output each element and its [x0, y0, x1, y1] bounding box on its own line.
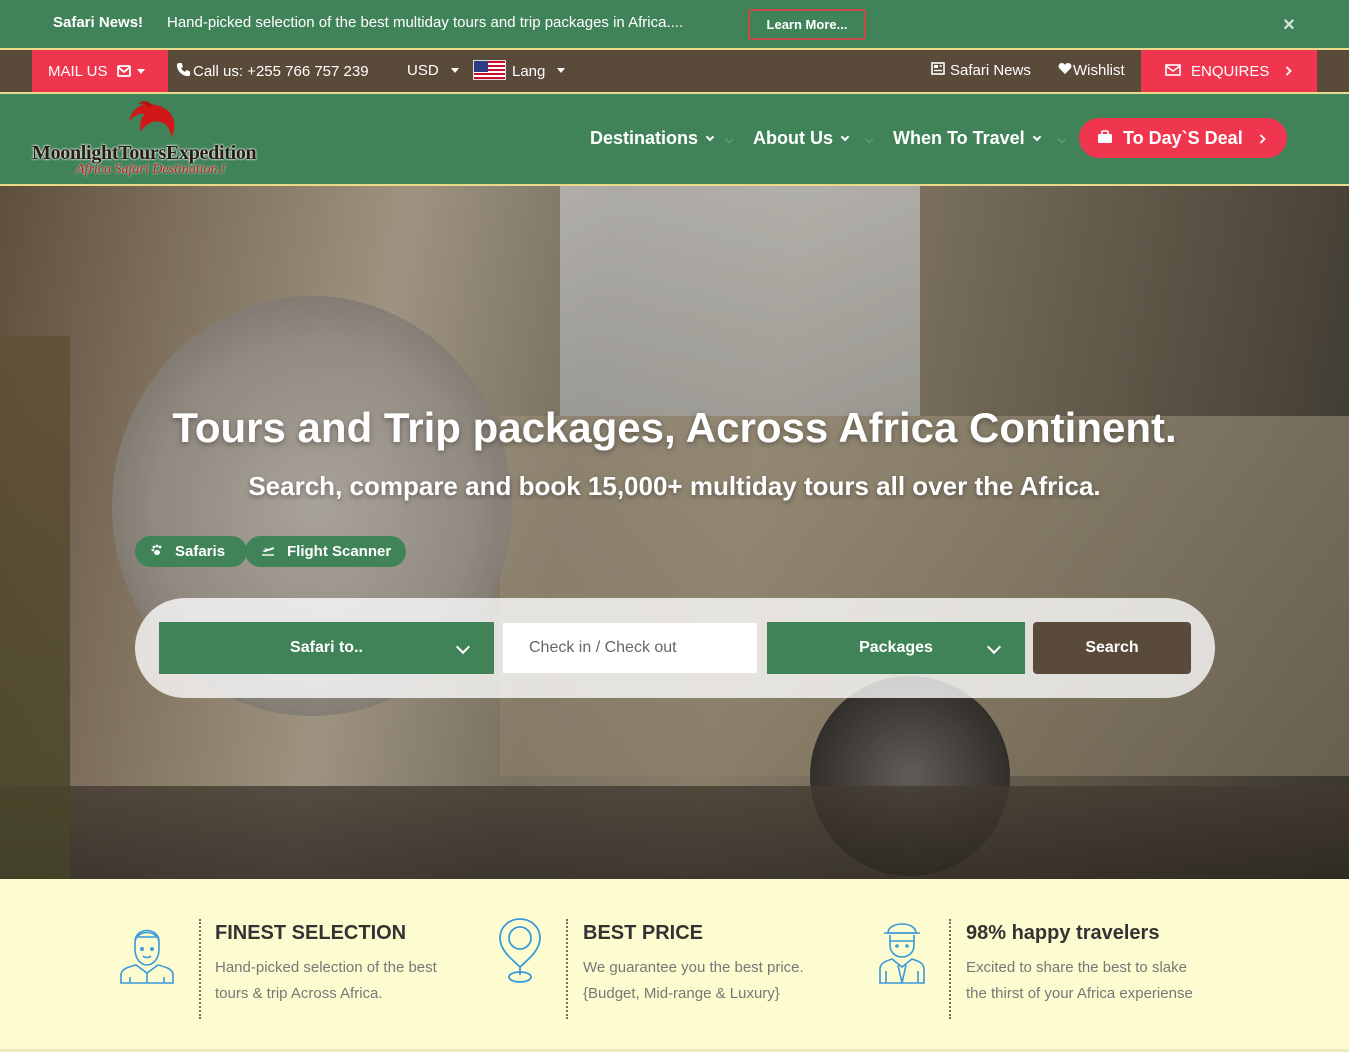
nav-destinations-label: Destinations: [590, 128, 699, 148]
chevron-down-icon: [986, 639, 1002, 655]
feature-description-line: Excited to share the best to slake: [966, 959, 1187, 976]
news-text: Hand-picked selection of the best multid…: [167, 14, 684, 31]
tab-safaris[interactable]: Safaris: [135, 536, 247, 567]
hero-title: Tours and Trip packages, Across Africa C…: [172, 404, 1177, 451]
tab-flight-scanner[interactable]: Flight Scanner: [245, 536, 406, 567]
hero-section: Tours and Trip packages, Across Africa C…: [0, 186, 1349, 879]
site-logo[interactable]: MoonlightToursExpedition Africa Safari D…: [30, 98, 280, 180]
todays-deal-label: To Day`S Deal: [1123, 127, 1243, 148]
learn-more-button[interactable]: Learn More...: [748, 9, 866, 40]
nav-destinations[interactable]: Destinations: [590, 128, 715, 149]
feature-description-line: the thirst of your Africa experiense: [966, 985, 1193, 1002]
feature-title: 98% happy travelers: [966, 922, 1160, 944]
feature-description: We guarantee you the best price. {Budget…: [583, 955, 804, 1007]
date-range-placeholder: Check in / Check out: [529, 639, 677, 656]
features-section: FINEST SELECTION Hand-picked selection o…: [0, 879, 1349, 1052]
feature-title: FINEST SELECTION: [215, 922, 407, 944]
traveler-icon: [120, 929, 174, 984]
separator-icon: [724, 134, 734, 144]
feature-description: Hand-picked selection of the best tours …: [215, 955, 437, 1007]
mail-icon: [117, 65, 146, 77]
chevron-right-icon: [1259, 128, 1266, 149]
wishlist-label: Wishlist: [1073, 62, 1125, 79]
mail-us-label: MAIL US: [48, 62, 108, 80]
feature-description-line: Hand-picked selection of the best: [215, 959, 437, 976]
phone-icon: [176, 62, 191, 81]
chevron-down-icon: [1032, 132, 1041, 141]
feature-divider: [566, 919, 568, 1019]
plane-icon: [261, 544, 275, 559]
chevron-right-icon: [1285, 63, 1293, 80]
chevron-down-icon: [557, 67, 566, 73]
packages-select[interactable]: Packages: [767, 622, 1025, 674]
hero-overlay: [0, 186, 1349, 879]
safari-news-link[interactable]: Safari News: [931, 62, 1031, 79]
briefcase-icon: [1097, 128, 1113, 149]
nav-about-us[interactable]: About Us: [753, 128, 850, 149]
paw-icon: [151, 544, 163, 559]
call-us[interactable]: Call us: +255 766 757 239: [176, 62, 369, 81]
location-pin-icon: [499, 918, 541, 983]
utility-bar: MAIL US Call us: +255 766 757 239 USD La…: [0, 48, 1349, 94]
enquires-label: ENQUIRES: [1191, 62, 1270, 80]
enquires-button[interactable]: ENQUIRES: [1141, 50, 1317, 92]
feature-description-line: tours & trip Across Africa.: [215, 985, 383, 1002]
currency-label: USD: [407, 62, 439, 79]
chevron-down-icon: [450, 68, 459, 73]
separator-icon: [1057, 134, 1067, 144]
separator-icon: [864, 134, 874, 144]
nav-when-to-travel-label: When To Travel: [893, 128, 1025, 148]
main-navigation: MoonlightToursExpedition Africa Safari D…: [0, 94, 1349, 186]
chevron-down-icon: [455, 639, 471, 655]
feature-description: Excited to share the best to slake the t…: [966, 955, 1193, 1007]
hero-subtitle: Search, compare and book 15,000+ multida…: [248, 471, 1101, 501]
nav-when-to-travel[interactable]: When To Travel: [893, 128, 1041, 149]
packages-label: Packages: [859, 639, 933, 656]
lang-label: Lang: [512, 62, 546, 80]
currency-select[interactable]: USD: [407, 62, 459, 79]
safari-to-label: Safari to..: [290, 639, 363, 656]
chevron-down-icon: [137, 68, 146, 74]
tab-flight-scanner-label: Flight Scanner: [287, 543, 392, 560]
chevron-down-icon: [840, 132, 850, 141]
call-us-label: Call us: +255 766 757 239: [193, 63, 369, 80]
feature-description-line: We guarantee you the best price.: [583, 959, 804, 976]
feature-title: BEST PRICE: [583, 922, 704, 944]
wishlist-link[interactable]: Wishlist: [1058, 62, 1125, 79]
heart-icon: [1058, 62, 1072, 79]
search-button-label: Search: [1085, 639, 1139, 656]
safari-guide-icon: [879, 923, 925, 984]
search-box: Safari to.. Check in / Check out Package…: [135, 598, 1215, 698]
logo-tagline: Africa Safari Destination.!: [76, 162, 226, 177]
todays-deal-button[interactable]: To Day`S Deal: [1079, 118, 1287, 158]
logo-bird-icon: [129, 101, 175, 138]
envelope-icon: [1165, 63, 1181, 80]
close-icon[interactable]: ×: [1280, 15, 1298, 35]
safari-to-select[interactable]: Safari to..: [159, 622, 494, 674]
tab-safaris-label: Safaris: [175, 543, 226, 560]
search-button[interactable]: Search: [1033, 622, 1191, 674]
mail-us-button[interactable]: MAIL US: [32, 50, 168, 92]
news-icon: [931, 62, 945, 79]
feature-description-line: {Budget, Mid-range & Luxury}: [583, 985, 780, 1002]
nav-about-us-label: About Us: [753, 128, 833, 148]
date-range-input[interactable]: Check in / Check out: [502, 622, 758, 674]
feature-divider: [199, 919, 201, 1019]
news-label: Safari News!: [53, 14, 144, 31]
news-bar: Safari News! Hand-picked selection of th…: [0, 0, 1349, 48]
us-flag-icon: [473, 60, 506, 80]
chevron-down-icon: [705, 132, 715, 141]
feature-divider: [949, 919, 951, 1019]
safari-news-label: Safari News: [950, 62, 1031, 79]
language-select[interactable]: Lang: [473, 60, 566, 80]
